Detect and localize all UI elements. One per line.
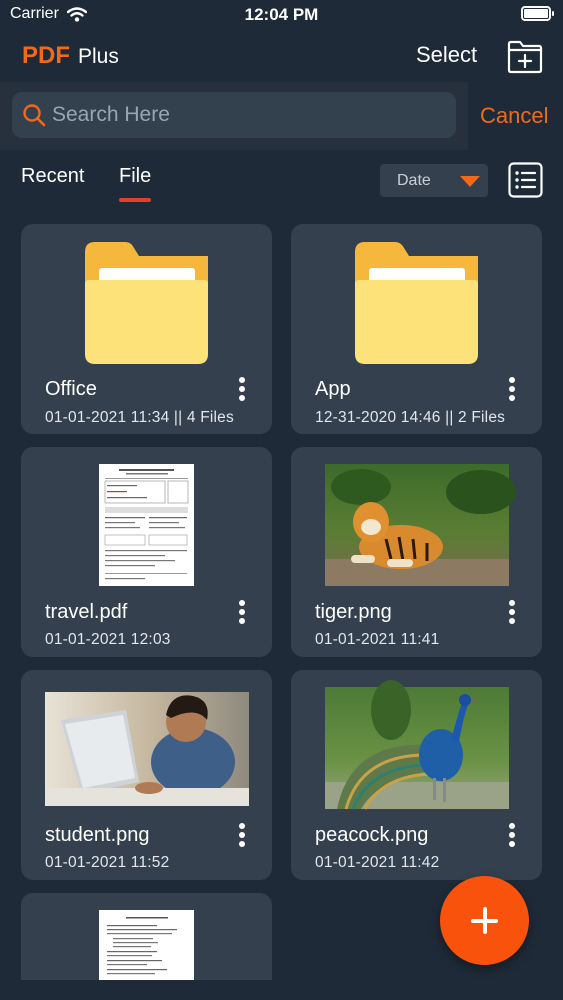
search-icon [23, 104, 46, 127]
tab-file[interactable]: File [119, 165, 151, 188]
image-thumbnail-student [45, 692, 249, 806]
clock: 12:04 PM [244, 5, 319, 24]
caret-down-icon [460, 176, 480, 187]
more-options-icon[interactable] [234, 823, 250, 851]
file-card-app[interactable]: App 12-31-2020 14:46 || 2 Files [291, 224, 542, 434]
file-name: student.png [45, 824, 150, 846]
select-button[interactable]: Select [416, 42, 477, 68]
brand-main: PDF [22, 42, 70, 69]
file-name: peacock.png [315, 824, 429, 846]
file-name: travel.pdf [45, 601, 128, 623]
cancel-button[interactable]: Cancel [480, 103, 548, 129]
more-options-icon[interactable] [504, 823, 520, 851]
file-name: App [315, 378, 351, 400]
more-options-icon[interactable] [504, 600, 520, 628]
tab-recent[interactable]: Recent [21, 165, 84, 188]
file-card-office[interactable]: Office 01-01-2021 11:34 || 4 Files [21, 224, 272, 434]
file-meta: 01-01-2021 12:03 [45, 631, 171, 648]
file-card-peacock[interactable]: peacock.png 01-01-2021 11:42 [291, 670, 542, 880]
app-logo: PDF Plus [22, 42, 119, 70]
app-header: PDF Plus Select [0, 30, 563, 82]
image-thumbnail-peacock [325, 680, 509, 810]
add-button[interactable] [440, 876, 529, 965]
brand-sub: Plus [78, 45, 119, 68]
file-meta: 01-01-2021 11:34 || 4 Files [45, 409, 234, 426]
file-card-student[interactable]: student.png 01-01-2021 11:52 [21, 670, 272, 880]
list-view-icon[interactable] [508, 162, 543, 198]
tab-bar: Recent File Date [0, 160, 563, 210]
battery-icon [521, 6, 554, 21]
image-thumbnail-tiger [325, 464, 516, 586]
more-options-icon[interactable] [234, 600, 250, 628]
search-bar [0, 82, 468, 150]
active-tab-indicator [119, 198, 151, 202]
file-meta: 01-01-2021 11:41 [315, 631, 440, 648]
folder-icon [85, 242, 208, 364]
file-card-travel-pdf[interactable]: travel.pdf 01-01-2021 12:03 [21, 447, 272, 657]
file-meta: 01-01-2021 11:42 [315, 854, 440, 871]
file-card-document[interactable] [21, 893, 272, 980]
more-options-icon[interactable] [504, 377, 520, 405]
file-meta: 01-01-2021 11:52 [45, 854, 170, 871]
more-options-icon[interactable] [234, 377, 250, 405]
search-input[interactable] [52, 92, 442, 138]
pdf-thumbnail [99, 464, 194, 586]
file-name: Office [45, 378, 97, 400]
file-card-tiger[interactable]: tiger.png 01-01-2021 11:41 [291, 447, 542, 657]
sort-label: Date [397, 172, 431, 189]
folder-icon [355, 242, 478, 364]
file-meta: 12-31-2020 14:46 || 2 Files [315, 409, 506, 426]
pdf-thumbnail [99, 910, 194, 980]
status-bar: Carrier 12:04 PM [0, 0, 563, 30]
folder-plus-icon[interactable] [506, 36, 544, 74]
sort-dropdown[interactable]: Date [380, 164, 488, 197]
search-box[interactable] [12, 92, 456, 138]
file-name: tiger.png [315, 601, 392, 623]
